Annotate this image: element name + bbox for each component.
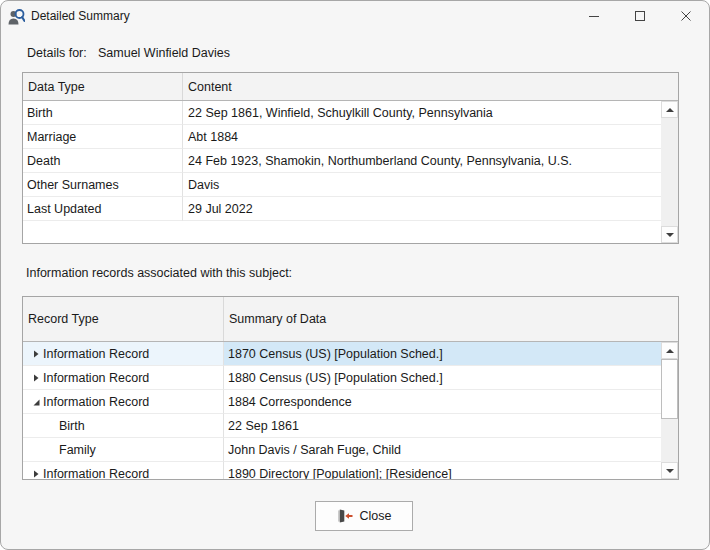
column-header-content[interactable]: Content xyxy=(183,73,678,100)
close-window-button[interactable] xyxy=(663,1,709,31)
triangle-up-icon xyxy=(666,108,674,112)
table-row-selected[interactable]: Information Record 1870 Census (US) [Pop… xyxy=(23,342,661,366)
summary-cell: 1880 Census (US) [Population Sched.] xyxy=(228,371,443,385)
record-type-cell: Information Record xyxy=(23,467,149,480)
column-header-data-type[interactable]: Data Type xyxy=(23,73,183,100)
close-icon xyxy=(681,11,691,21)
scroll-down-button[interactable] xyxy=(661,226,678,243)
detailed-summary-dialog: Detailed Summary Details for: Samuel Win… xyxy=(0,0,710,550)
data-type-cell: Marriage xyxy=(27,130,76,144)
records-table-header: Record Type Summary of Data xyxy=(23,297,678,342)
content-cell: 29 Jul 2022 xyxy=(188,202,253,216)
expander-expanded-icon[interactable] xyxy=(32,398,41,407)
table-row[interactable]: Birth 22 Sep 1861, Winfield, Schuylkill … xyxy=(23,101,661,125)
table-row[interactable]: Last Updated 29 Jul 2022 xyxy=(23,197,661,221)
scroll-up-button[interactable] xyxy=(661,101,678,118)
triangle-down-icon xyxy=(666,469,674,473)
maximize-icon xyxy=(635,11,645,21)
triangle-up-icon xyxy=(666,349,674,353)
minimize-button[interactable] xyxy=(571,1,617,31)
table-row[interactable]: Information Record 1880 Census (US) [Pop… xyxy=(23,366,661,390)
table-row[interactable]: Birth 22 Sep 1861 xyxy=(23,414,661,438)
record-type-cell: Information Record xyxy=(23,347,149,361)
summary-table-scrollbar[interactable] xyxy=(661,101,678,243)
records-table: Record Type Summary of Data Information … xyxy=(22,296,679,480)
table-row[interactable]: Information Record 1884 Correspondence xyxy=(23,390,661,414)
summary-cell: 22 Sep 1861 xyxy=(228,419,299,433)
window-title: Detailed Summary xyxy=(31,1,130,31)
data-type-cell: Last Updated xyxy=(27,202,101,216)
summary-table: Data Type Content Birth 22 Sep 1861, Win… xyxy=(22,72,679,244)
exit-door-icon xyxy=(337,508,353,524)
title-bar[interactable]: Detailed Summary xyxy=(1,1,709,31)
summary-table-header: Data Type Content xyxy=(23,73,678,101)
content-cell: 24 Feb 1923, Shamokin, Northumberland Co… xyxy=(188,154,572,168)
close-button-label: Close xyxy=(360,509,392,523)
table-row[interactable]: Information Record 1890 Directory [Popul… xyxy=(23,462,661,479)
details-for-label: Details for: xyxy=(27,46,87,60)
scroll-up-button[interactable] xyxy=(661,342,678,359)
record-type-cell: Information Record xyxy=(23,395,149,409)
records-table-rows: Information Record 1870 Census (US) [Pop… xyxy=(23,342,661,479)
summary-cell: 1890 Directory [Population]; [Residence] xyxy=(228,467,452,480)
summary-table-rows: Birth 22 Sep 1861, Winfield, Schuylkill … xyxy=(23,101,661,243)
records-section-label: Information records associated with this… xyxy=(26,266,292,280)
content-cell: 22 Sep 1861, Winfield, Schuylkill County… xyxy=(188,106,493,120)
scrollbar-thumb[interactable] xyxy=(661,359,678,419)
table-row[interactable]: Death 24 Feb 1923, Shamokin, Northumberl… xyxy=(23,149,661,173)
table-row[interactable]: Marriage Abt 1884 xyxy=(23,125,661,149)
close-button[interactable]: Close xyxy=(315,501,413,531)
scroll-down-button[interactable] xyxy=(661,462,678,479)
table-row[interactable]: Other Surnames Davis xyxy=(23,173,661,197)
minimize-icon xyxy=(589,11,599,21)
expander-collapsed-icon[interactable] xyxy=(32,470,40,478)
person-search-icon xyxy=(8,8,25,25)
column-header-record-type[interactable]: Record Type xyxy=(23,297,224,341)
data-type-cell: Birth xyxy=(27,106,53,120)
triangle-down-icon xyxy=(666,233,674,237)
column-header-summary[interactable]: Summary of Data xyxy=(224,297,678,341)
content-cell: Davis xyxy=(188,178,219,192)
record-type-cell: Family xyxy=(23,443,96,457)
summary-cell: 1884 Correspondence xyxy=(228,395,352,409)
summary-cell: John Davis / Sarah Fuge, Child xyxy=(228,443,401,457)
summary-cell: 1870 Census (US) [Population Sched.] xyxy=(228,347,443,361)
records-table-scrollbar[interactable] xyxy=(661,342,678,479)
content-cell: Abt 1884 xyxy=(188,130,238,144)
record-type-cell: Birth xyxy=(23,419,85,433)
subject-name: Samuel Winfield Davies xyxy=(98,46,230,60)
expander-collapsed-icon[interactable] xyxy=(32,374,40,382)
expander-collapsed-icon[interactable] xyxy=(32,350,40,358)
data-type-cell: Death xyxy=(27,154,60,168)
data-type-cell: Other Surnames xyxy=(27,178,119,192)
record-type-cell: Information Record xyxy=(23,371,149,385)
maximize-button[interactable] xyxy=(617,1,663,31)
table-row[interactable]: Family John Davis / Sarah Fuge, Child xyxy=(23,438,661,462)
